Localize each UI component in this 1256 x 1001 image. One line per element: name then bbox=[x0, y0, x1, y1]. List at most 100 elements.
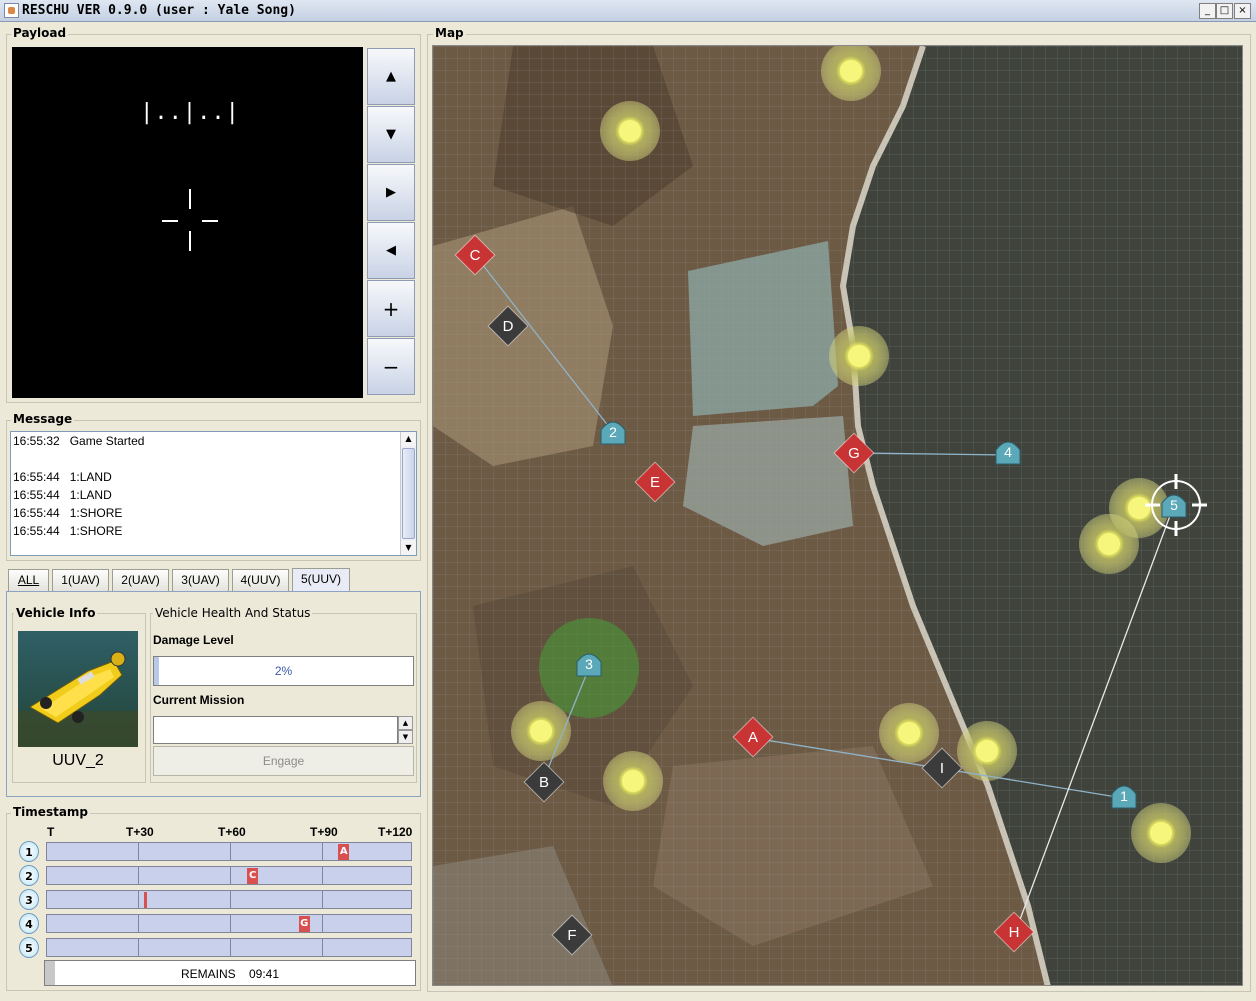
maximize-button[interactable]: □ bbox=[1216, 3, 1233, 19]
hazard-core bbox=[976, 740, 998, 762]
tick-t: T bbox=[47, 825, 55, 839]
target-label: I bbox=[940, 760, 944, 777]
tab-all[interactable]: ALL bbox=[8, 569, 49, 591]
scroll-down-arrow-icon[interactable]: ▼ bbox=[401, 541, 416, 555]
tactical-map[interactable]: C G E A H D B I F 1 2 3 4 5 bbox=[432, 45, 1243, 986]
scroll-up-arrow-icon[interactable]: ▲ bbox=[401, 432, 416, 446]
timeline-divider bbox=[230, 939, 231, 956]
engage-button[interactable]: Engage bbox=[153, 746, 414, 776]
title-bar: RESCHU VER 0.9.0 (user : Yale Song) _ □ … bbox=[0, 0, 1256, 22]
tab-2-uav[interactable]: 2(UAV) bbox=[112, 569, 169, 591]
payload-camera-view[interactable]: |..|..| bbox=[12, 47, 363, 398]
hazard-core bbox=[530, 720, 552, 742]
timeline-divider bbox=[322, 939, 323, 956]
plus-icon: + bbox=[382, 296, 400, 321]
hazard-core bbox=[1150, 822, 1172, 844]
scroll-thumb[interactable] bbox=[402, 448, 415, 539]
target-label: H bbox=[1009, 924, 1020, 941]
vehicle-name: UUV_2 bbox=[52, 752, 104, 769]
timeline-row: A bbox=[46, 842, 412, 861]
java-app-icon bbox=[4, 3, 19, 18]
damage-value: 2% bbox=[274, 664, 293, 678]
tick-t90: T+90 bbox=[310, 825, 338, 839]
vehicle-number-badge[interactable]: 4 bbox=[19, 913, 39, 934]
message-line: 16:55:44 1:SHORE bbox=[13, 524, 123, 538]
timeline-row: C bbox=[46, 866, 412, 885]
target-label: B bbox=[539, 774, 549, 791]
hazard-core bbox=[622, 770, 644, 792]
remaining-time-bar: REMAINS 09:41 bbox=[44, 960, 416, 986]
zoom-out-button[interactable]: − bbox=[367, 338, 415, 395]
timeline-event: C bbox=[247, 868, 259, 884]
tick-t60: T+60 bbox=[218, 825, 246, 839]
hazard-core bbox=[840, 60, 862, 82]
message-line bbox=[11, 450, 416, 468]
timeline-divider bbox=[322, 915, 323, 932]
timeline-divider bbox=[138, 915, 139, 932]
current-mission-field[interactable] bbox=[153, 716, 398, 744]
map-title: Map bbox=[433, 26, 466, 40]
pan-left-button[interactable]: ◀ bbox=[367, 222, 415, 279]
timeline-divider bbox=[230, 843, 231, 860]
timeline-divider bbox=[138, 843, 139, 860]
timeline-row: G bbox=[46, 914, 412, 933]
vehicle-label: 4 bbox=[1004, 444, 1012, 460]
message-line: 16:55:44 1:LAND bbox=[13, 470, 112, 484]
vehicle-label: 1 bbox=[1120, 788, 1128, 804]
window-title: RESCHU VER 0.9.0 (user : Yale Song) bbox=[22, 3, 296, 18]
timeline-divider bbox=[230, 891, 231, 908]
pan-right-button[interactable]: ▶ bbox=[367, 164, 415, 221]
zoom-in-button[interactable]: + bbox=[367, 280, 415, 337]
timeline-event bbox=[144, 892, 148, 908]
hazard-core bbox=[1098, 533, 1120, 555]
triangle-left-icon: ◀ bbox=[386, 243, 396, 258]
tab-4-uuv[interactable]: 4(UUV) bbox=[232, 569, 289, 591]
minus-icon: − bbox=[382, 354, 400, 379]
tab-1-uav[interactable]: 1(UAV) bbox=[52, 569, 109, 591]
damage-level-label: Damage Level bbox=[153, 633, 234, 647]
vehicle-label: 5 bbox=[1170, 497, 1178, 513]
vehicle-label: 3 bbox=[585, 656, 593, 672]
target-label: D bbox=[503, 318, 514, 335]
pan-up-button[interactable]: ▲ bbox=[367, 48, 415, 105]
hazard-core bbox=[898, 722, 920, 744]
target-label: F bbox=[567, 927, 576, 944]
tab-5-uuv[interactable]: 5(UUV) bbox=[292, 568, 350, 592]
tick-t30: T+30 bbox=[126, 825, 154, 839]
map-canvas[interactable]: C G E A H D B I F 1 2 3 4 5 bbox=[433, 46, 1243, 986]
vehicle-number-badge[interactable]: 1 bbox=[19, 841, 39, 862]
spinner-down-icon[interactable]: ▼ bbox=[398, 730, 413, 744]
target-label: G bbox=[848, 445, 860, 462]
damage-progress-bar: 2% bbox=[153, 656, 414, 686]
timeline-divider bbox=[322, 891, 323, 908]
remaining-time: REMAINS 09:41 bbox=[180, 967, 280, 981]
message-scrollbar[interactable]: ▲ ▼ bbox=[400, 432, 416, 555]
hazard-core bbox=[848, 345, 870, 367]
message-line: 16:55:32 Game Started bbox=[13, 434, 145, 448]
vehicle-number-badge[interactable]: 2 bbox=[19, 865, 39, 886]
timeline-event: G bbox=[298, 916, 310, 932]
spinner-up-icon[interactable]: ▲ bbox=[398, 716, 413, 730]
triangle-down-icon: ▼ bbox=[386, 127, 396, 142]
timeline-divider bbox=[230, 867, 231, 884]
uuv-image bbox=[18, 631, 138, 747]
timeline-divider bbox=[322, 867, 323, 884]
message-line: 16:55:44 1:SHORE bbox=[13, 506, 123, 520]
timeline-divider bbox=[138, 939, 139, 956]
message-line: 16:55:44 1:LAND bbox=[13, 488, 112, 502]
vehicle-info-title: Vehicle Info bbox=[14, 606, 98, 620]
close-button[interactable]: × bbox=[1234, 3, 1251, 19]
message-log[interactable]: 16:55:32 Game Started 16:55:44 1:LAND 16:5… bbox=[10, 431, 417, 556]
timeline-row bbox=[46, 938, 412, 957]
hazard-core bbox=[619, 120, 641, 142]
vehicle-number-badge[interactable]: 3 bbox=[19, 889, 39, 910]
pan-down-button[interactable]: ▼ bbox=[367, 106, 415, 163]
minimize-button[interactable]: _ bbox=[1199, 3, 1216, 19]
tab-3-uav[interactable]: 3(UAV) bbox=[172, 569, 229, 591]
triangle-up-icon: ▲ bbox=[386, 69, 396, 84]
payload-hud: |..|..| bbox=[140, 100, 239, 251]
vehicle-number-badge[interactable]: 5 bbox=[19, 937, 39, 958]
timestamp-title: Timestamp bbox=[11, 805, 91, 819]
timeline-divider bbox=[138, 867, 139, 884]
payload-title: Payload bbox=[11, 26, 69, 40]
